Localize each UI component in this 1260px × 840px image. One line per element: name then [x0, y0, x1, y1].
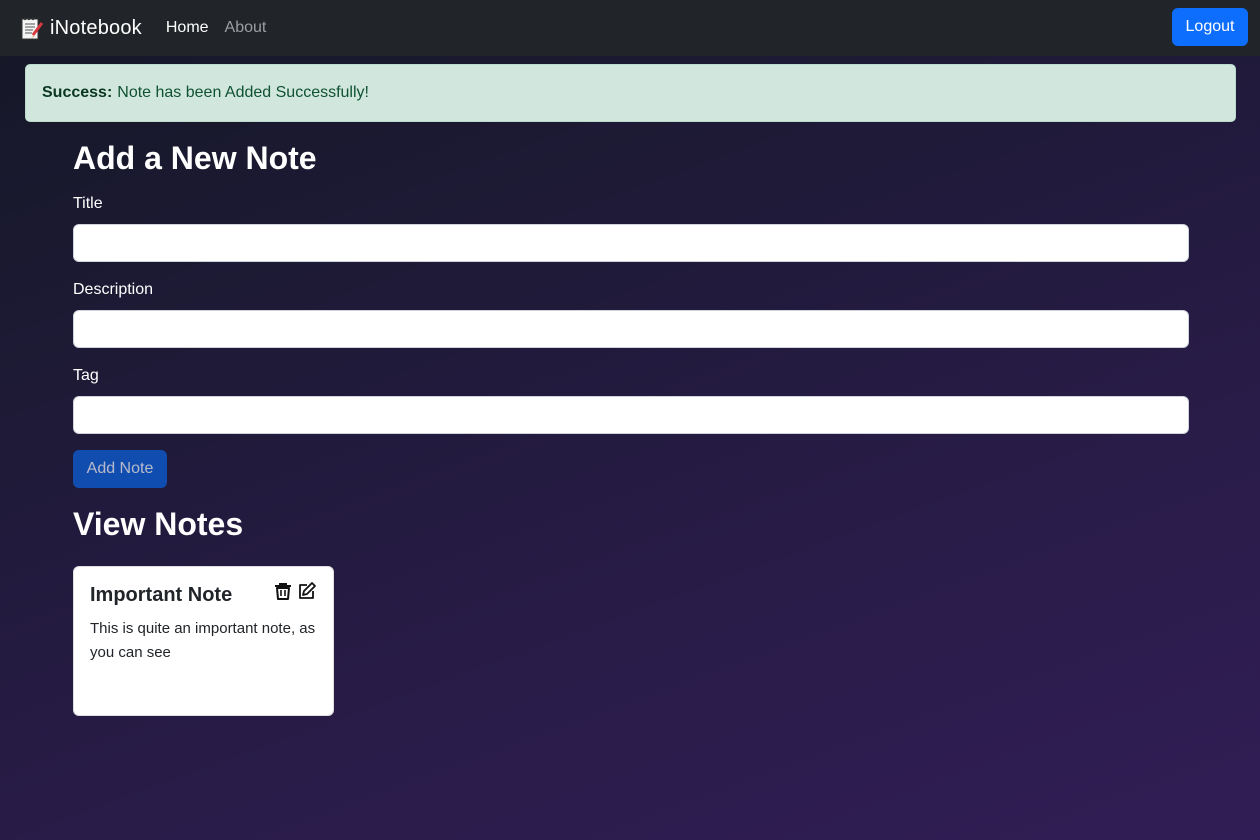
- view-notes-heading: View Notes: [73, 506, 244, 542]
- note-card: Important Note This is quite an importan…: [73, 566, 334, 716]
- notebook-icon: [20, 15, 44, 41]
- title-label: Title: [73, 195, 103, 212]
- add-note-button[interactable]: Add Note: [73, 450, 167, 488]
- title-input[interactable]: [73, 224, 1189, 262]
- brand-name: iNotebook: [50, 16, 142, 39]
- tag-input[interactable]: [73, 396, 1189, 434]
- alert-message: Note has been Added Successfully!: [117, 84, 369, 101]
- navbar: iNotebook Home About Logout: [0, 0, 1260, 56]
- note-description: This is quite an important note, as you …: [90, 620, 316, 661]
- description-label: Description: [73, 281, 154, 298]
- note-title: Important Note: [90, 584, 233, 606]
- success-alert: Success: Note has been Added Successfull…: [25, 64, 1236, 122]
- logout-button[interactable]: Logout: [1172, 8, 1248, 46]
- trash-icon[interactable]: [273, 581, 293, 601]
- nav-home[interactable]: Home: [166, 19, 209, 37]
- brand-link[interactable]: iNotebook: [20, 15, 142, 41]
- nav-about[interactable]: About: [225, 19, 267, 37]
- note-actions: [273, 581, 317, 601]
- tag-label: Tag: [73, 367, 99, 384]
- add-note-heading: Add a New Note: [73, 140, 317, 176]
- description-input[interactable]: [73, 310, 1189, 348]
- alert-type: Success:: [42, 84, 113, 101]
- edit-icon[interactable]: [297, 581, 317, 601]
